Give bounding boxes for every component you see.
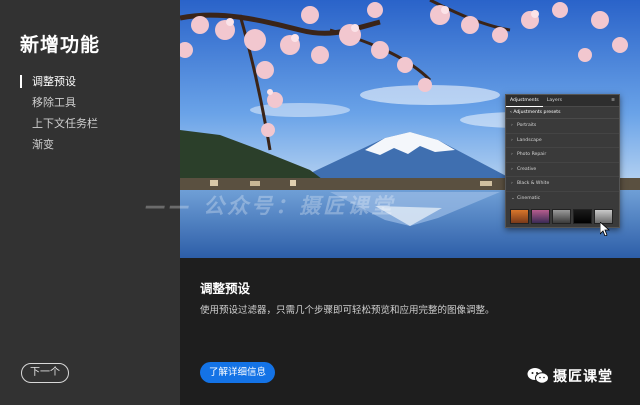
adjustments-tabs: Adjustments Layers ≡ [506, 95, 619, 107]
panel-menu-icon[interactable]: ≡ [611, 98, 619, 103]
sidebar-item-remove-tool[interactable]: 移除工具 [20, 93, 170, 114]
learn-more-button[interactable]: 了解详细信息 [200, 362, 275, 383]
preset-group-photo-repair[interactable]: › Photo Repair [506, 148, 619, 163]
preset-thumbnail[interactable] [531, 209, 550, 224]
preset-thumbnail[interactable] [573, 209, 592, 224]
preset-group-cinematic[interactable]: ⌄ Cinematic [506, 192, 619, 207]
feature-description: 调整预设 使用预设过滤器，只需几个步骤即可轻松预览和应用完整的图像调整。 了解详… [180, 258, 640, 405]
sidebar-item-contextual-taskbar[interactable]: 上下文任务栏 [20, 114, 170, 135]
preset-group-creative[interactable]: › Creative [506, 163, 619, 177]
preset-group-label: Photo Repair [517, 152, 547, 157]
sidebar-item-adjustment-presets[interactable]: 调整预设 [20, 72, 170, 93]
feature-description-text: 使用预设过滤器，只需几个步骤即可轻松预览和应用完整的图像调整。 [200, 305, 495, 316]
preset-group-label: Landscape [517, 137, 542, 143]
adjustments-presets-header[interactable]: ‹ Adjustments presets [506, 107, 619, 119]
preset-group-portraits[interactable]: › Portraits [506, 119, 619, 134]
sidebar-item-gradient[interactable]: 渐变 [20, 135, 170, 156]
adjustments-panel: Adjustments Layers ≡ ‹ Adjustments prese… [505, 94, 620, 228]
brand-name: 摄匠课堂 [553, 369, 613, 385]
next-button[interactable]: 下一个 [21, 363, 69, 383]
preset-group-label: Black & White [517, 181, 550, 186]
preset-group-landscape[interactable]: › Landscape [506, 134, 619, 148]
feature-title: 调整预设 [200, 281, 251, 296]
mouse-cursor-icon [600, 222, 610, 236]
preset-group-label: Cinematic [517, 195, 541, 201]
tab-adjustments[interactable]: Adjustments [506, 95, 543, 107]
watermark-text: —— 公众号：摄匠课堂 [145, 194, 396, 218]
tab-layers[interactable]: Layers [543, 95, 566, 107]
preset-group-black-white[interactable]: › Black & White [506, 177, 619, 192]
sidebar-title: 新增功能 [20, 34, 101, 56]
preset-group-label: Portraits [517, 123, 537, 128]
wechat-icon [527, 368, 549, 384]
adjustments-presets-label: Adjustments presets [513, 110, 561, 115]
preset-thumbnail[interactable] [552, 209, 571, 224]
preset-thumbnail[interactable] [510, 209, 529, 224]
brand-logo: 摄匠课堂 [527, 366, 613, 386]
sidebar-nav: 调整预设 移除工具 上下文任务栏 渐变 [20, 72, 170, 156]
preset-group-label: Creative [517, 166, 537, 172]
